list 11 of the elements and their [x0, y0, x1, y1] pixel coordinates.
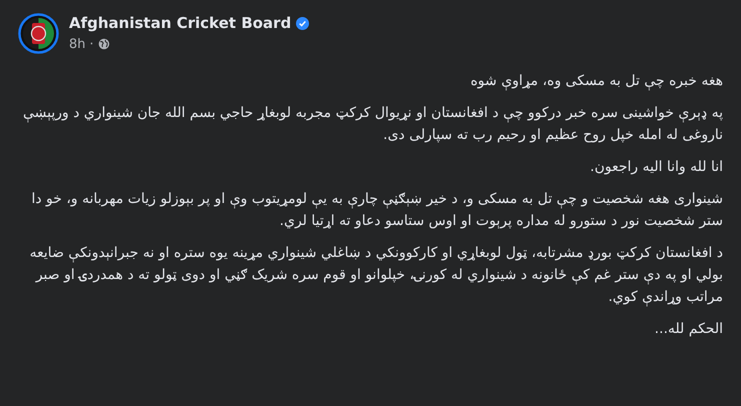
- globe-icon: [98, 38, 110, 50]
- post-paragraph: د افغانستان کرکټ بورډ مشرتابه، ټول لوبغاړي او کارکوونکي د ښاغلي شینواري مړینه یوه ستره او نه جبرانېدونکې ضایعه بولي او په دې ستر غم کې ځانونه د شینواري له کورنۍ، خپلوانو او قوم سره شریک ګڼي او دوی ټولو ته د همدردۍ او صبر مراتب وړاندې کوي.: [28, 244, 723, 308]
- post-paragraph: په ډېرې خواشینی سره خبر درکوو چې د افغانستان او نړیوال کرکټ مجربه لوبغاړ حاجي بسم الله جان شینواري د ورپېښې ناروغی له امله خپل روح عظیم او رحیم رب ته سپارلی دی.: [22, 104, 723, 145]
- post-paragraph: شینواری هغه شخصیت و چې تل به مسکی و، د خیر ښېګڼې چارې به یې لومړیتوب وې او پر بېوزلو زیات مهربانه و، خو دا ستر شخصیت نور د ستورو له مداره پرېوت او اوس ستاسو دعاو ته اړتیا لري.: [30, 190, 723, 231]
- avatar[interactable]: [18, 12, 59, 54]
- separator-dot: ·: [90, 36, 94, 54]
- post-paragraph: هغه خبره چې تل به مسکی وه، مړاوې شوه: [469, 72, 723, 92]
- post-paragraph: الحکم لله...: [654, 320, 723, 339]
- author-name[interactable]: Afghanistan Cricket Board: [69, 12, 292, 34]
- post-time[interactable]: 8h: [69, 34, 86, 54]
- post-paragraph: انا لله وانا الیه راجعون.: [589, 158, 723, 177]
